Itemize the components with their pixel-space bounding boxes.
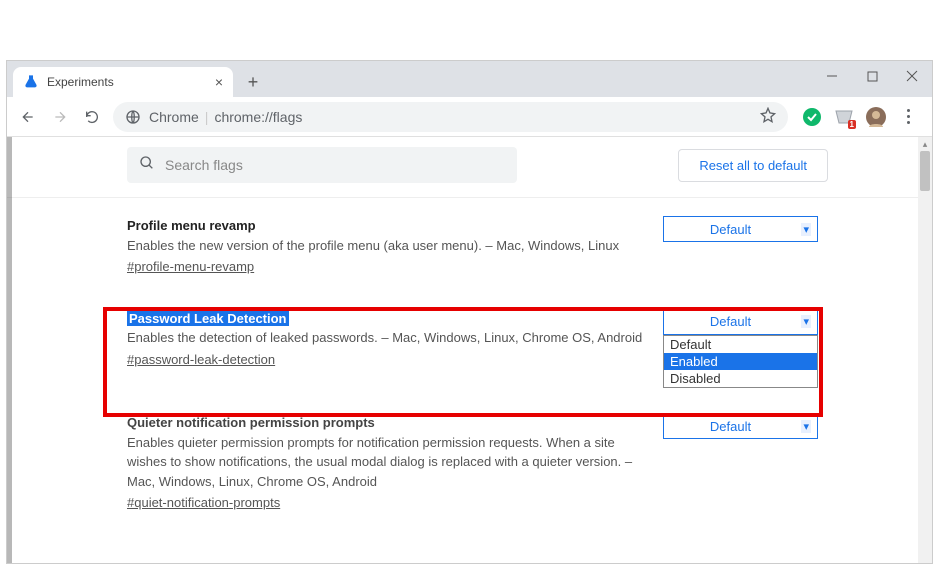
extension-icon-1[interactable] xyxy=(802,107,822,127)
flags-list: Profile menu revamp Enables the new vers… xyxy=(7,198,918,513)
flag-hash-link[interactable]: #quiet-notification-prompts xyxy=(127,493,280,513)
address-path: chrome://flags xyxy=(214,109,302,125)
minimize-button[interactable] xyxy=(812,61,852,91)
address-separator: | xyxy=(205,109,209,125)
close-window-button[interactable] xyxy=(892,61,932,91)
flag-select-value: Default xyxy=(710,222,751,237)
flag-item: Quieter notification permission prompts … xyxy=(127,413,818,513)
back-button[interactable] xyxy=(13,102,43,132)
flag-description: Enables the new version of the profile m… xyxy=(127,238,619,253)
flag-select-value: Default xyxy=(710,314,751,329)
flag-title: Quieter notification permission prompts xyxy=(127,415,375,430)
reset-all-button[interactable]: Reset all to default xyxy=(678,149,828,182)
profile-avatar[interactable] xyxy=(866,107,886,127)
browser-window: Experiments × + Chrome xyxy=(0,0,933,564)
viewport: ▴ Reset all to default xyxy=(7,137,932,563)
flag-item: Password Leak Detection Enables the dete… xyxy=(127,309,818,370)
flask-icon xyxy=(23,74,39,90)
titlebar: Experiments × + xyxy=(7,61,932,97)
window-controls xyxy=(812,61,932,91)
forward-button[interactable] xyxy=(45,102,75,132)
flag-select-wrap: Default Default Enabled Disabled xyxy=(663,309,818,370)
flag-text: Quieter notification permission prompts … xyxy=(127,413,643,513)
flag-select[interactable]: Default xyxy=(663,413,818,439)
badge-icon: 1 xyxy=(848,120,856,129)
flag-hash-link[interactable]: #profile-menu-revamp xyxy=(127,257,254,277)
dropdown-menu: Default Enabled Disabled xyxy=(663,335,818,388)
flag-hash-link[interactable]: #password-leak-detection xyxy=(127,350,275,370)
dropdown-option[interactable]: Enabled xyxy=(664,353,817,370)
menu-dots-icon[interactable] xyxy=(898,109,918,124)
flag-select-value: Default xyxy=(710,419,751,434)
flag-select[interactable]: Default xyxy=(663,216,818,242)
flag-title: Password Leak Detection xyxy=(127,311,289,326)
browser-tab[interactable]: Experiments × xyxy=(13,67,233,97)
new-tab-button[interactable]: + xyxy=(239,68,267,96)
flag-select-wrap: Default xyxy=(663,413,818,513)
search-input[interactable] xyxy=(165,157,505,173)
flags-page: Reset all to default Profile menu revamp… xyxy=(7,137,918,513)
flag-title: Profile menu revamp xyxy=(127,218,256,233)
search-container xyxy=(127,147,517,183)
globe-icon xyxy=(125,109,141,125)
extension-icons: 1 xyxy=(794,107,926,127)
address-bar[interactable]: Chrome | chrome://flags xyxy=(113,102,788,132)
chrome-browser: Experiments × + Chrome xyxy=(6,60,933,564)
flag-description: Enables quieter permission prompts for n… xyxy=(127,435,632,489)
maximize-button[interactable] xyxy=(852,61,892,91)
extension-icon-2[interactable]: 1 xyxy=(834,107,854,127)
flag-text: Password Leak Detection Enables the dete… xyxy=(127,309,643,370)
tab-title: Experiments xyxy=(47,75,114,89)
search-icon xyxy=(139,155,155,176)
address-prefix: Chrome xyxy=(149,109,199,125)
reload-button[interactable] xyxy=(77,102,107,132)
left-edge-shadow xyxy=(7,137,12,563)
flags-topbar: Reset all to default xyxy=(7,137,918,198)
scrollbar-thumb[interactable] xyxy=(920,151,930,191)
flag-select[interactable]: Default xyxy=(663,309,818,335)
dropdown-option[interactable]: Default xyxy=(664,336,817,353)
toolbar: Chrome | chrome://flags 1 xyxy=(7,97,932,137)
flag-description: Enables the detection of leaked password… xyxy=(127,330,642,345)
scrollbar-up-arrow[interactable]: ▴ xyxy=(918,137,932,151)
scrollbar[interactable]: ▴ xyxy=(918,137,932,563)
flag-item: Profile menu revamp Enables the new vers… xyxy=(127,216,818,277)
flag-select-wrap: Default xyxy=(663,216,818,277)
bookmark-star-icon[interactable] xyxy=(760,107,776,126)
dropdown-option[interactable]: Disabled xyxy=(664,370,817,387)
close-tab-icon[interactable]: × xyxy=(215,74,223,90)
flag-text: Profile menu revamp Enables the new vers… xyxy=(127,216,643,277)
